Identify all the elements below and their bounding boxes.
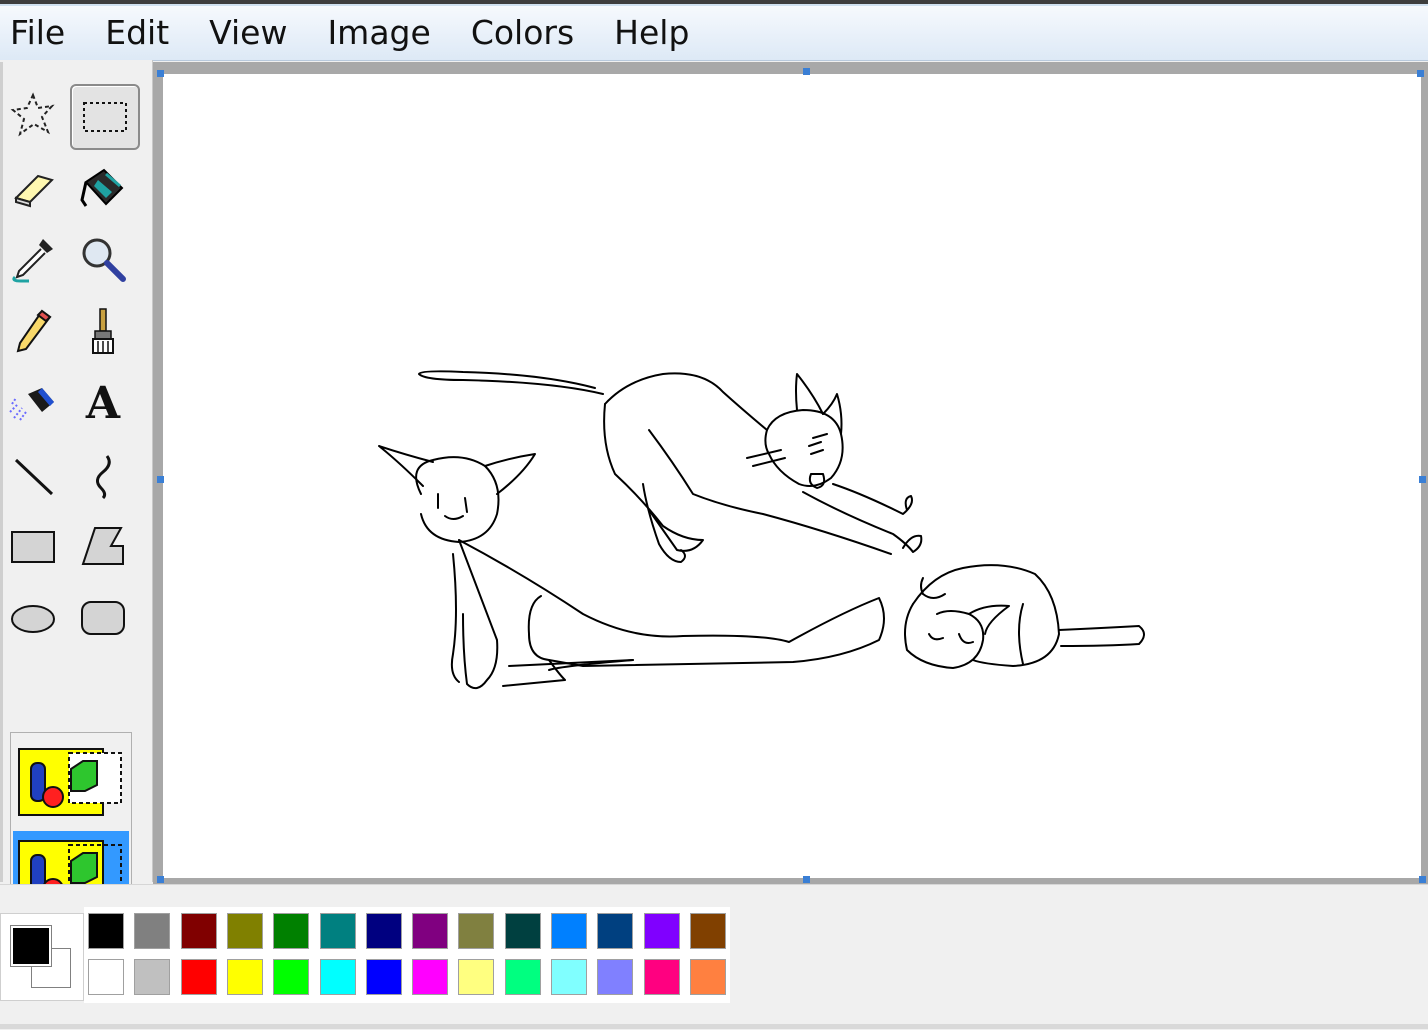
palette-swatch[interactable] <box>687 911 728 951</box>
toolbox: A <box>0 60 153 924</box>
palette-swatch[interactable] <box>132 911 173 951</box>
line-icon <box>14 458 54 496</box>
pencil-icon <box>16 309 52 353</box>
polygon-icon <box>81 527 124 565</box>
color-picker-icon <box>12 239 53 283</box>
fill-bucket-icon <box>80 168 124 207</box>
canvas-handle-tr[interactable] <box>1417 70 1424 77</box>
sitting-cat-body <box>458 539 885 687</box>
palette-swatch[interactable] <box>271 957 312 997</box>
fill-bucket-tool[interactable] <box>72 156 134 218</box>
palette-swatch[interactable] <box>132 957 173 997</box>
canvas-handle-tl[interactable] <box>157 70 164 77</box>
canvas-handle-right[interactable] <box>1419 476 1426 483</box>
palette-swatch[interactable] <box>595 957 636 997</box>
color-box <box>0 884 1428 1030</box>
menu-edit[interactable]: Edit <box>85 6 189 60</box>
toolbox-edge <box>0 62 3 882</box>
airbrush-icon <box>9 388 54 421</box>
palette-swatch[interactable] <box>549 911 589 951</box>
palette-swatch[interactable] <box>224 911 265 951</box>
menu-image[interactable]: Image <box>307 6 450 60</box>
airbrush-tool[interactable] <box>2 372 64 434</box>
canvas-handle-top[interactable] <box>803 68 810 75</box>
magnifier-icon <box>82 238 126 282</box>
palette-swatch[interactable] <box>271 911 312 951</box>
stretching-cat-tail <box>418 370 604 395</box>
palette-swatch[interactable] <box>224 957 265 997</box>
curve-tool[interactable] <box>72 444 134 506</box>
menu-file[interactable]: File <box>0 6 85 60</box>
rounded-rectangle-icon <box>81 601 125 635</box>
free-form-select-tool[interactable] <box>2 84 64 146</box>
polygon-tool[interactable] <box>72 516 134 578</box>
canvas-handle-bottom[interactable] <box>803 876 810 883</box>
foreground-color-swatch[interactable] <box>10 925 52 967</box>
rectangle-select-icon <box>83 102 127 132</box>
rounded-rectangle-tool[interactable] <box>72 588 134 650</box>
palette-swatch[interactable] <box>363 911 404 951</box>
lying-cat-tail <box>1058 625 1145 647</box>
palette-swatch[interactable] <box>549 957 589 997</box>
color-picker-tool[interactable] <box>2 228 64 290</box>
palette-swatch[interactable] <box>86 957 126 997</box>
palette-swatch[interactable] <box>641 911 682 951</box>
palette-swatch[interactable] <box>86 911 126 951</box>
palette-swatch[interactable] <box>178 911 219 951</box>
cat-drawing <box>378 370 1145 690</box>
drawing-canvas[interactable] <box>163 74 1421 878</box>
eraser-icon <box>14 174 54 208</box>
menu-help[interactable]: Help <box>594 6 709 60</box>
palette-swatch[interactable] <box>178 957 219 997</box>
canvas-handle-br[interactable] <box>1419 876 1426 883</box>
eraser-tool[interactable] <box>2 156 64 218</box>
palette-swatch[interactable] <box>363 957 404 997</box>
ellipse-tool[interactable] <box>2 588 64 650</box>
menu-bar: File Edit View Image Colors Help <box>0 6 1428 61</box>
palette-swatch[interactable] <box>687 957 728 997</box>
current-colors <box>0 913 84 1001</box>
lying-cat-body <box>912 564 1060 667</box>
brush-icon <box>92 308 114 354</box>
palette-swatch[interactable] <box>456 957 497 997</box>
text-icon: A <box>85 377 121 429</box>
palette-swatch[interactable] <box>502 911 543 951</box>
stretching-cat-head <box>764 409 844 487</box>
palette-swatch[interactable] <box>317 911 358 951</box>
palette-grid <box>84 907 730 1003</box>
ellipse-icon <box>11 605 55 633</box>
canvas-workspace <box>153 62 1428 884</box>
palette-swatch[interactable] <box>595 911 636 951</box>
menu-colors[interactable]: Colors <box>451 6 594 60</box>
palette-swatch[interactable] <box>641 957 682 997</box>
line-tool[interactable] <box>2 444 64 506</box>
palette-swatch[interactable] <box>502 957 543 997</box>
rectangle-select-tool[interactable] <box>70 84 140 150</box>
opaque-selection-option[interactable] <box>13 739 129 827</box>
palette-swatch[interactable] <box>456 911 497 951</box>
rectangle-tool[interactable] <box>2 516 64 578</box>
sitting-cat-left-ear <box>378 445 434 487</box>
canvas-handle-left[interactable] <box>157 476 164 483</box>
opaque-selection-icon <box>18 748 122 816</box>
text-tool[interactable]: A <box>72 372 134 434</box>
rectangle-icon <box>11 531 55 563</box>
status-bar-edge <box>0 1024 1428 1029</box>
pencil-tool[interactable] <box>2 300 64 362</box>
menu-view[interactable]: View <box>189 6 307 60</box>
stretching-cat-back <box>604 372 768 431</box>
curve-icon <box>96 455 111 500</box>
free-form-select-icon <box>10 92 55 137</box>
palette-swatch[interactable] <box>410 911 451 951</box>
palette-swatch[interactable] <box>410 957 451 997</box>
brush-tool[interactable] <box>72 300 134 362</box>
canvas-handle-bl[interactable] <box>157 876 164 883</box>
palette-swatch[interactable] <box>317 957 358 997</box>
magnifier-tool[interactable] <box>72 228 134 290</box>
sitting-cat-head <box>415 456 500 543</box>
